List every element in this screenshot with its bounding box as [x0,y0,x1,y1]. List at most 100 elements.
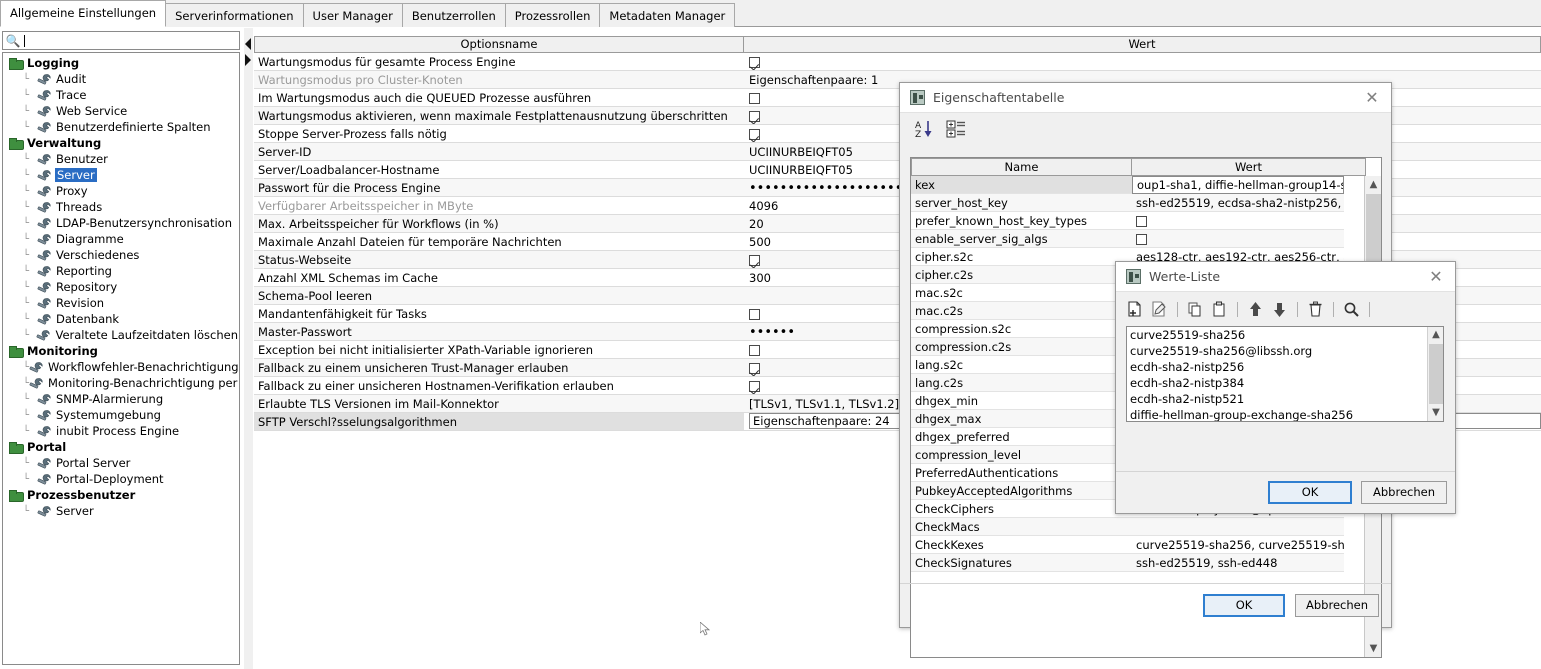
tab-allgemeine-einstellungen[interactable]: Allgemeine Einstellungen [0,0,166,27]
values-list-item[interactable]: ecdh-sha2-nistp384 [1127,375,1443,391]
option-value[interactable] [744,53,1541,71]
property-value[interactable]: ssh-ed25519, ecdsa-sha2-nistp256, ecdsa [1132,194,1344,212]
property-value[interactable]: curve25519-sha256, curve25519-sha256 [1132,536,1344,554]
tree-item-server[interactable]: └Server [3,503,239,519]
tree-item-snmp-alarmierung[interactable]: └SNMP-Alarmierung [3,391,239,407]
options-row[interactable]: Wartungsmodus für gesamte Process Engine [254,53,1541,71]
values-list-item[interactable]: curve25519-sha256@libssh.org [1127,343,1443,359]
property-row[interactable]: prefer_known_host_key_types [911,212,1381,230]
column-header-wert[interactable]: Wert [1132,158,1366,176]
tree-item-systemumgebung[interactable]: └Systemumgebung [3,407,239,423]
values-list[interactable]: curve25519-sha256curve25519-sha256@libss… [1126,326,1444,422]
properties-cancel-button[interactable]: Abbrechen [1295,594,1379,617]
delete-icon[interactable] [1306,300,1325,319]
collapse-left-arrow-icon[interactable] [245,38,251,50]
property-row[interactable]: server_host_keyssh-ed25519, ecdsa-sha2-n… [911,194,1381,212]
checkbox[interactable] [749,57,760,68]
values-list-item[interactable]: ecdh-sha2-nistp521 [1127,391,1443,407]
column-header-wert[interactable]: Wert [744,36,1541,53]
tree-item-repository[interactable]: └Repository [3,279,239,295]
values-list-item[interactable]: ecdh-sha2-nistp256 [1127,359,1443,375]
expand-right-arrow-icon[interactable] [245,54,251,66]
move-down-icon[interactable] [1270,300,1289,319]
properties-ok-button[interactable]: OK [1203,594,1285,617]
tree-item-diagramme[interactable]: └Diagramme [3,231,239,247]
tree-group-logging[interactable]: Logging [3,55,239,71]
tree-group-prozessbenutzer[interactable]: Prozessbenutzer [3,487,239,503]
scroll-down-icon[interactable]: ▼ [1365,640,1382,657]
checkbox[interactable] [749,309,760,320]
paste-icon[interactable] [1210,300,1229,319]
copy-icon[interactable] [1186,300,1205,319]
tree-item-portal-deployment[interactable]: └Portal-Deployment [3,471,239,487]
search-icon[interactable] [1342,300,1361,319]
panel-splitter[interactable] [244,28,253,669]
settings-tree[interactable]: Logging└Audit└Trace└Web Service└Benutzer… [2,52,240,665]
tab-benutzerrollen[interactable]: Benutzerrollen [402,3,506,27]
expand-all-icon[interactable] [946,119,966,139]
values-cancel-button[interactable]: Abbrechen [1361,481,1447,504]
property-row[interactable]: CheckSignaturesssh-ed25519, ssh-ed448 [911,554,1381,572]
tree-item-workflowfehler-benachrichtigung-per-e-m[interactable]: └Workflowfehler-Benachrichtigung per E-M [3,359,239,375]
tree-item-benutzerdefinierte-spalten[interactable]: └Benutzerdefinierte Spalten [3,119,239,135]
property-value[interactable] [1132,230,1344,248]
tab-prozessrollen[interactable]: Prozessrollen [505,3,601,27]
close-icon[interactable]: ✕ [1361,87,1383,109]
checkbox[interactable] [1136,216,1147,227]
property-row[interactable]: CheckKexescurve25519-sha256, curve25519-… [911,536,1381,554]
property-row[interactable]: CheckMacs [911,518,1381,536]
scroll-up-icon[interactable]: ▲ [1365,176,1382,193]
property-row[interactable]: kexoup1-sha1, diffie-hellman-group14-sha… [911,176,1381,194]
scroll-up-icon[interactable]: ▲ [1428,327,1444,343]
values-ok-button[interactable]: OK [1268,481,1352,504]
edit-document-icon[interactable] [1150,300,1169,319]
scrollbar-thumb[interactable] [1429,344,1443,404]
tab-serverinformationen[interactable]: Serverinformationen [165,3,303,27]
checkbox[interactable] [749,363,760,374]
values-list-item[interactable]: diffie-hellman-group-exchange-sha256 [1127,407,1443,422]
checkbox[interactable] [749,345,760,356]
checkbox[interactable] [1136,234,1147,245]
tree-item-portal-server[interactable]: └Portal Server [3,455,239,471]
checkbox[interactable] [749,111,760,122]
tree-item-benutzer[interactable]: └Benutzer [3,151,239,167]
tree-group-verwaltung[interactable]: Verwaltung [3,135,239,151]
tree-item-proxy[interactable]: └Proxy [3,183,239,199]
tree-item-web-service[interactable]: └Web Service [3,103,239,119]
tree-item-inubit-process-engine[interactable]: └inubit Process Engine [3,423,239,439]
property-row[interactable]: enable_server_sig_algs [911,230,1381,248]
property-value[interactable]: oup1-sha1, diffie-hellman-group14-sha1 [1132,176,1344,194]
values-dialog-titlebar[interactable]: Werte-Liste ✕ [1116,262,1455,292]
tree-item-trace[interactable]: └Trace [3,87,239,103]
tree-item-revision[interactable]: └Revision [3,295,239,311]
tree-item-verschiedenes[interactable]: └Verschiedenes [3,247,239,263]
tree-item-threads[interactable]: └Threads [3,199,239,215]
tree-item-reporting[interactable]: └Reporting [3,263,239,279]
tree-item-monitoring-benachrichtigung-per-e-mail[interactable]: └Monitoring-Benachrichtigung per E-Mail [3,375,239,391]
tree-item-server[interactable]: └Server [3,167,239,183]
search-input[interactable]: 🔍 [2,31,240,50]
close-icon[interactable]: ✕ [1425,266,1447,288]
move-up-icon[interactable] [1246,300,1265,319]
sort-az-icon[interactable]: A Z [914,119,934,139]
tree-group-portal[interactable]: Portal [3,439,239,455]
values-list-item[interactable]: curve25519-sha256 [1127,327,1443,343]
checkbox[interactable] [749,255,760,266]
tree-item-datenbank[interactable]: └Datenbank [3,311,239,327]
property-value[interactable] [1132,212,1344,230]
tree-item-audit[interactable]: └Audit [3,71,239,87]
tree-item-ldap-benutzersynchronisation[interactable]: └LDAP-Benutzersynchronisation [3,215,239,231]
values-list-scrollbar[interactable]: ▲ ▼ [1427,327,1443,421]
column-header-optionsname[interactable]: Optionsname [254,36,744,53]
checkbox[interactable] [749,129,760,140]
tab-user-manager[interactable]: User Manager [303,3,403,27]
tree-item-veraltete-laufzeitdaten-l-schen[interactable]: └Veraltete Laufzeitdaten löschen [3,327,239,343]
checkbox[interactable] [749,93,760,104]
tab-metadaten-manager[interactable]: Metadaten Manager [599,3,735,27]
column-header-name[interactable]: Name [911,158,1132,176]
scroll-down-icon[interactable]: ▼ [1428,405,1444,421]
tree-group-monitoring[interactable]: Monitoring [3,343,239,359]
property-value[interactable] [1132,518,1344,536]
checkbox[interactable] [749,381,760,392]
new-document-icon[interactable] [1126,300,1145,319]
